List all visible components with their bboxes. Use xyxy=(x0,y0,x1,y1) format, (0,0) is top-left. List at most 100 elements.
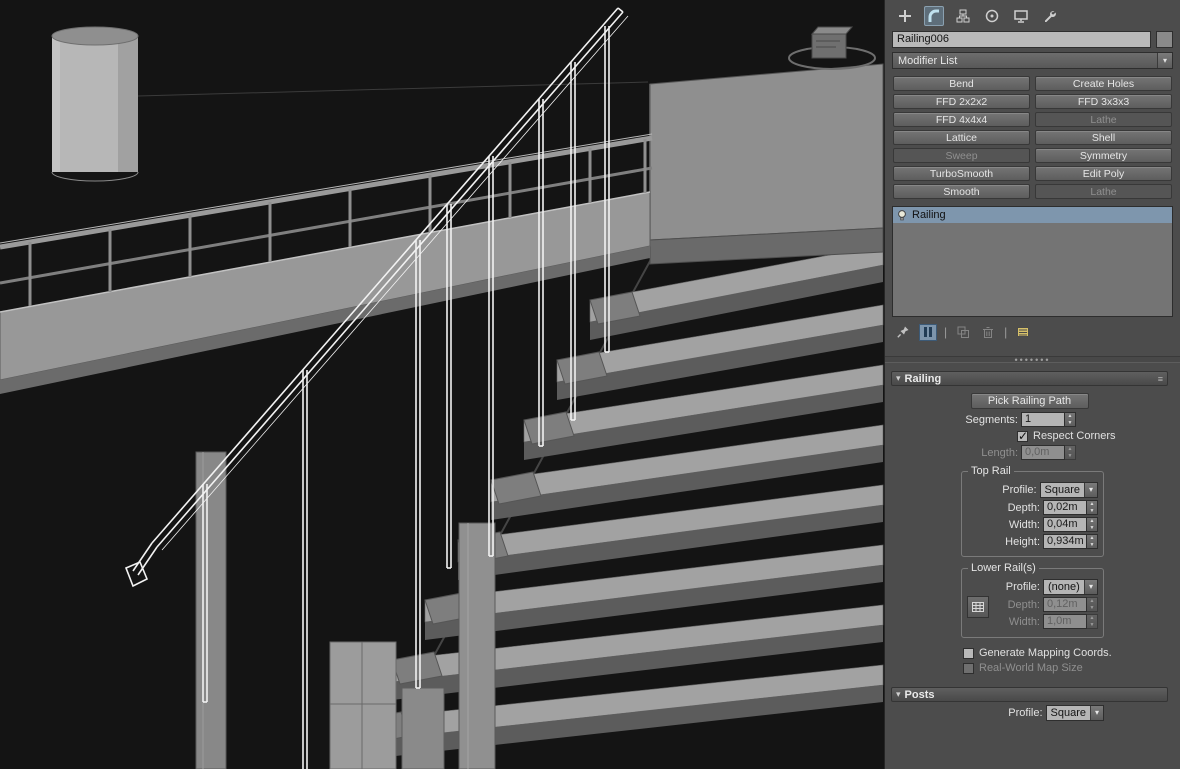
top-rail-height-row: Height: 0,934m xyxy=(967,534,1098,549)
spinner-down-icon[interactable] xyxy=(1087,605,1097,612)
depth-spinner[interactable] xyxy=(1087,500,1098,515)
spinner-down-icon[interactable] xyxy=(1065,453,1075,460)
dropdown-value: Square xyxy=(1050,707,1086,719)
panel-splitter[interactable] xyxy=(885,356,1180,363)
chevron-down-icon: ▾ xyxy=(1157,53,1172,68)
modifier-button-ffd-4x4x4[interactable]: FFD 4x4x4 xyxy=(893,112,1030,127)
posts-profile-row: Profile: Square xyxy=(961,705,1104,721)
chevron-down-icon xyxy=(1084,580,1097,594)
top-rail-width-input[interactable]: 0,04m xyxy=(1043,517,1087,532)
object-name-field[interactable]: Railing006 xyxy=(892,31,1151,48)
pin-stack-icon[interactable] xyxy=(894,324,912,341)
spinner-down-icon[interactable] xyxy=(1087,508,1097,515)
tab-motion[interactable] xyxy=(982,6,1002,26)
object-color-swatch[interactable] xyxy=(1156,31,1173,48)
profile-label: Profile: xyxy=(1005,581,1040,593)
real-world-label: Real-World Map Size xyxy=(979,662,1083,674)
tab-hierarchy[interactable] xyxy=(953,6,973,26)
generate-mapping-checkbox[interactable] xyxy=(963,647,974,659)
modifier-button-smooth[interactable]: Smooth xyxy=(893,184,1030,199)
tab-modify[interactable] xyxy=(924,5,944,26)
modifier-button-ffd-2x2x2[interactable]: FFD 2x2x2 xyxy=(893,94,1030,109)
modifier-button-lathe-2[interactable]: Lathe xyxy=(1035,184,1172,199)
modifier-button-create-holes[interactable]: Create Holes xyxy=(1035,76,1172,91)
visibility-bulb-icon[interactable] xyxy=(896,209,908,222)
modifier-stack-item-railing[interactable]: Railing xyxy=(893,207,1172,223)
length-label: Length: xyxy=(981,446,1018,459)
tab-display[interactable] xyxy=(1011,6,1031,26)
depth-label: Depth: xyxy=(1007,501,1040,514)
spinner-down-icon[interactable] xyxy=(1087,525,1097,532)
right-wall-geometry xyxy=(649,63,884,265)
modifier-button-turbosmooth[interactable]: TurboSmooth xyxy=(893,166,1030,181)
make-unique-icon[interactable] xyxy=(954,324,972,341)
rollout-header-railing[interactable]: Railing ≡ xyxy=(891,371,1168,386)
utilities-icon xyxy=(1045,10,1056,22)
lower-rail-group: Lower Rail(s) Profile: (none) ▾ Depth: 0… xyxy=(961,562,1104,638)
toolbar-separator: | xyxy=(1004,325,1008,339)
lower-rail-depth-input[interactable]: 0,12m xyxy=(1043,597,1087,612)
lower-rail-spacing-button[interactable] xyxy=(967,596,989,618)
display-icon xyxy=(1014,9,1028,23)
tab-create[interactable] xyxy=(895,6,915,26)
lower-rail-width-input[interactable]: 1,0m xyxy=(1043,614,1087,629)
top-rail-profile-row: Profile: Square xyxy=(967,482,1098,498)
modifier-button-lathe-1[interactable]: Lathe xyxy=(1035,112,1172,127)
modifier-button-ffd-3x3x3[interactable]: FFD 3x3x3 xyxy=(1035,94,1172,109)
height-label: Height: xyxy=(1005,535,1040,548)
lower-rail-profile-row: Profile: (none) xyxy=(967,579,1098,595)
modifier-button-shell[interactable]: Shell xyxy=(1035,130,1172,145)
lower-rail-profile-dropdown[interactable]: (none) xyxy=(1043,579,1098,595)
respect-corners-checkbox[interactable] xyxy=(1017,429,1028,443)
hierarchy-icon xyxy=(956,9,970,22)
tab-utilities[interactable] xyxy=(1040,6,1060,26)
real-world-checkbox[interactable] xyxy=(963,662,974,674)
segments-label: Segments: xyxy=(965,413,1018,426)
respect-corners-label: Respect Corners xyxy=(1033,430,1116,442)
create-icon xyxy=(899,9,911,22)
spinner-down-icon[interactable] xyxy=(1065,420,1075,427)
height-spinner[interactable] xyxy=(1087,534,1098,549)
modifier-stack-list[interactable]: Railing xyxy=(892,206,1173,317)
posts-profile-dropdown[interactable]: Square xyxy=(1045,705,1104,721)
spinner-down-icon[interactable] xyxy=(1087,542,1097,549)
width-spinner[interactable] xyxy=(1087,614,1098,629)
modifier-button-symmetry[interactable]: Symmetry xyxy=(1035,148,1172,163)
top-rail-profile-dropdown[interactable]: Square xyxy=(1039,482,1098,498)
configure-modifier-sets-icon[interactable] xyxy=(1014,324,1032,341)
modifier-list-label: Modifier List xyxy=(898,54,958,67)
respect-corners-row: Respect Corners xyxy=(891,429,1168,443)
length-spinner[interactable] xyxy=(1065,445,1076,460)
length-input[interactable]: 0,0m xyxy=(1021,445,1065,460)
modifier-button-bend[interactable]: Bend xyxy=(893,76,1030,91)
modifier-button-sweep[interactable]: Sweep xyxy=(893,148,1030,163)
width-spinner[interactable] xyxy=(1087,517,1098,532)
modifier-stack-item-label: Railing xyxy=(912,209,946,221)
real-world-row: Real-World Map Size xyxy=(963,662,1168,674)
lower-rail-group-title: Lower Rail(s) xyxy=(968,562,1039,574)
depth-spinner[interactable] xyxy=(1087,597,1098,612)
spinner-down-icon[interactable] xyxy=(1087,622,1097,629)
rollout-menu-icon[interactable]: ≡ xyxy=(1158,374,1163,384)
rollout-area: Railing ≡ Pick Railing Path Segments: 1 … xyxy=(885,367,1180,721)
rollout-header-posts[interactable]: Posts xyxy=(891,687,1168,702)
length-row: Length: 0,0m xyxy=(891,445,1168,460)
modifier-buttons-grid: Bend Create Holes FFD 2x2x2 FFD 3x3x3 FF… xyxy=(893,76,1172,199)
generate-mapping-label: Generate Mapping Coords. xyxy=(979,647,1112,659)
top-rail-width-row: Width: 0,04m xyxy=(967,517,1098,532)
segments-input[interactable]: 1 xyxy=(1021,412,1065,427)
top-rail-depth-input[interactable]: 0,02m xyxy=(1043,500,1087,515)
modifier-button-edit-poly[interactable]: Edit Poly xyxy=(1035,166,1172,181)
object-name-row: Railing006 xyxy=(885,28,1180,50)
profile-label: Profile: xyxy=(1002,484,1037,496)
pick-railing-path-button[interactable]: Pick Railing Path xyxy=(970,393,1089,409)
top-rail-height-input[interactable]: 0,934m xyxy=(1043,534,1087,549)
modifier-button-lattice[interactable]: Lattice xyxy=(893,130,1030,145)
modifier-list-dropdown[interactable]: Modifier List ▾ xyxy=(892,52,1173,69)
rollout-title: Posts xyxy=(904,688,935,701)
show-end-result-icon[interactable] xyxy=(919,323,937,341)
remove-modifier-icon[interactable] xyxy=(979,324,997,341)
viewport-3d[interactable] xyxy=(0,0,884,769)
modify-icon xyxy=(928,9,939,22)
segments-spinner[interactable] xyxy=(1065,412,1076,427)
